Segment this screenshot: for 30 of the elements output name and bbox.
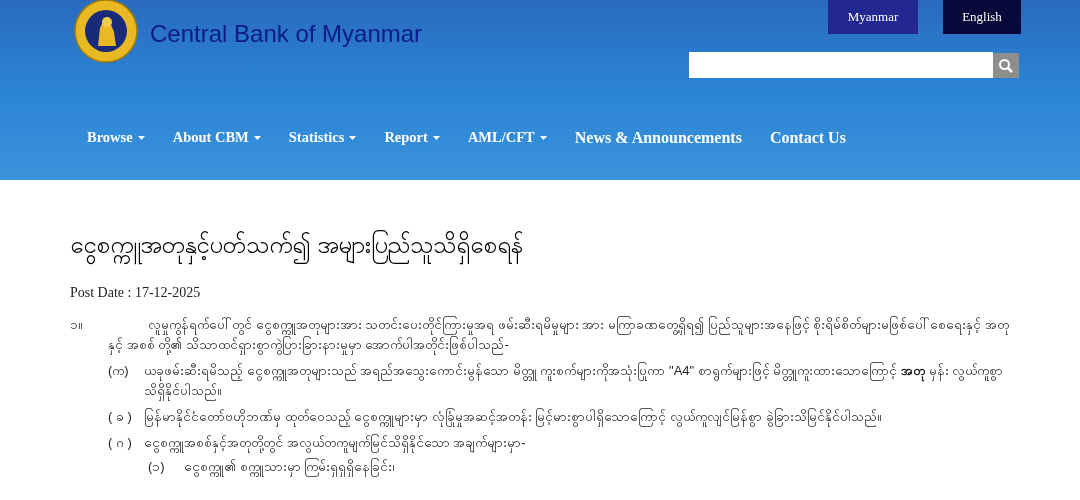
emblem-logo <box>74 0 138 64</box>
post-date: Post Date : 17-12-2025 <box>70 284 202 302</box>
language-button[interactable]: Myanmar <box>828 0 918 34</box>
caret-icon <box>349 136 357 140</box>
list-marker: (က) <box>108 362 130 380</box>
paragraph: မြန်မာနိုင်ငံတော်ဗဟိုဘဏ်မှ ထုတ်ဝေသည့် ငွေစက္ကူများမှာ လုံခြုံမှုအဆင့်အတန်း မြင့်မားစွာပါရှိသောကြောင့် လွယ်ကူလျင်မြန်စွာ ခွဲခြားသိမြင်နိုင်ပါသည်။ <box>144 407 882 427</box>
nav-link[interactable]: Browse <box>87 126 145 150</box>
caret-icon <box>253 136 261 140</box>
paragraph: လူမှုကွန်ရက်ပေါ်တွင် ငွေစက္ကူအတုများအား သတင်းပေးတိုင်ကြားမှုအရ ဖမ်းဆီးရမိမှုများ အား မကြာခဏတွေ့ရှိရ၍ ပြည်သူများအနေဖြင့် စိုးရိမ်စိတ်များမဖြစ်ပေါ်စေရေးနှင့် အတုနှင့် အစစ် တို့၏ သိသာထင်ရှားစွာကွဲပြားခြားနားမှုမှာ အောက်ပါအတိုင်းဖြစ်ပါသည်- <box>108 315 1010 355</box>
caret-icon <box>539 136 547 140</box>
paragraph: ငွေစက္ကူ၏ စက္ကူသားမှာ ကြမ်းရှရှရှိနေခြင်း၊ <box>184 457 396 477</box>
caret-icon <box>137 136 145 140</box>
search-button[interactable] <box>993 53 1019 78</box>
list-marker: ( ဂ ) <box>108 434 133 452</box>
search-icon <box>998 57 1014 74</box>
nav-link[interactable]: Statistics <box>288 126 357 150</box>
search-field[interactable] <box>689 52 993 78</box>
nav-link[interactable]: Report <box>384 126 440 150</box>
list-marker: ၁။ <box>70 316 84 334</box>
list-marker: ( ခ ) <box>108 408 133 426</box>
caret-icon <box>432 136 440 140</box>
paragraph: ယခုဖမ်းဆီးရမိသည့် ငွေစက္ကူအတုများသည် အရည်အသွေးကောင်းမွန်သော မိတ္တူ ကူးစက်များကိုအသုံးပြုကာ "A4" စာရွက်များဖြင့် မိတ္တူကူးထားသောကြောင့် အတု မှန်း လွယ်ကူစွာသိရှိနိုင်ပါသည်။ <box>144 361 1010 401</box>
paragraph: ငွေစက္ကူအစစ်နှင့်အတုတို့တွင် အလွယ်တကူမျက်မြင်သိရှိနိုင်သော အချက်များမှာ- <box>144 433 526 453</box>
nav-link[interactable]: AML/CFT <box>467 126 547 150</box>
list-marker: (၁) <box>148 458 166 476</box>
nav-link[interactable]: About CBM <box>172 126 261 150</box>
nav-link[interactable]: News & Announcements <box>574 126 742 150</box>
site-title: Central Bank of Myanmar <box>150 19 423 49</box>
nav-link[interactable]: Contact Us <box>769 126 846 150</box>
language-button[interactable]: English <box>943 0 1021 34</box>
